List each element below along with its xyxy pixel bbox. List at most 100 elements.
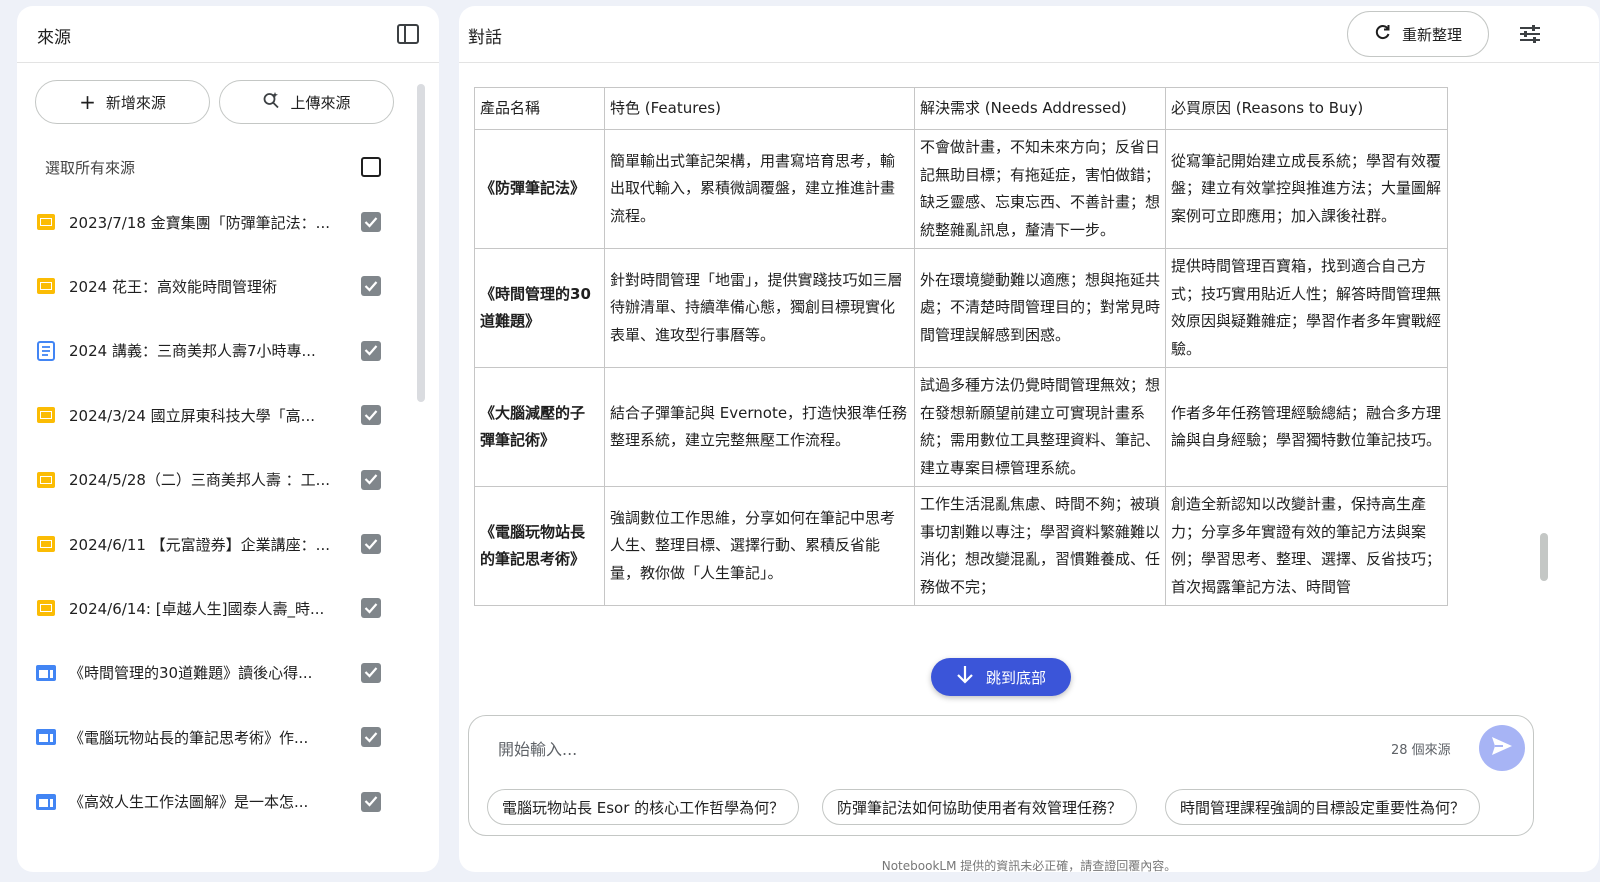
check-icon bbox=[364, 406, 378, 425]
select-all-label: 選取所有來源 bbox=[45, 159, 136, 177]
web-icon bbox=[35, 726, 57, 748]
source-label: 《電腦玩物站長的筆記思考術》作... bbox=[69, 728, 309, 747]
settings-sliders-icon[interactable] bbox=[1517, 22, 1543, 46]
table-header-cell: 產品名稱 bbox=[474, 87, 605, 130]
source-checkbox[interactable] bbox=[361, 662, 381, 683]
needs-cell: 外在環境變動難以適應；想與拖延共處；不清楚時間管理目的；對常見時間管理誤解感到困… bbox=[914, 248, 1166, 368]
features-cell: 結合子彈筆記與 Evernote，打造快狠準任務整理系統，建立完整無壓工作流程。 bbox=[604, 367, 915, 487]
source-checkbox[interactable] bbox=[361, 340, 381, 361]
disclaimer-text: NotebookLM 提供的資訊未必正確，請查證回覆內容。 bbox=[881, 859, 1177, 872]
source-checkbox[interactable] bbox=[361, 405, 381, 426]
table-row: 《時間管理的30道難題》 針對時間管理「地雷」，提供實踐技巧如三層待辦清單、持續… bbox=[474, 248, 1448, 368]
comparison-table: 產品名稱 特色 (Features) 解決需求 (Needs Addressed… bbox=[474, 87, 1448, 606]
features-cell: 針對時間管理「地雷」，提供實踐技巧如三層待辦清單、持續準備心態，獨創目標現實化表… bbox=[604, 248, 915, 368]
features-cell: 簡單輸出式筆記架構，用書寫培育思考，輸出取代輸入，累積微調覆盤，建立推進計畫流程… bbox=[604, 129, 915, 249]
slides-icon bbox=[35, 597, 57, 619]
sources-header: 來源 bbox=[17, 6, 439, 63]
source-checkbox[interactable] bbox=[361, 469, 381, 490]
table-header-row: 產品名稱 特色 (Features) 解決需求 (Needs Addressed… bbox=[474, 87, 1448, 130]
needs-cell: 不會做計畫，不知未來方向；反省日記無助目標；有拖延症，害怕做錯；缺乏靈感、忘東忘… bbox=[914, 129, 1166, 249]
check-icon bbox=[364, 535, 378, 554]
table-row: 《防彈筆記法》 簡單輸出式筆記架構，用書寫培育思考，輸出取代輸入，累積微調覆盤，… bbox=[474, 129, 1448, 249]
slides-icon bbox=[35, 211, 57, 233]
send-button[interactable] bbox=[1479, 725, 1525, 771]
web-icon bbox=[35, 662, 57, 684]
source-item[interactable]: 2024 講義：三商美邦人壽7小時專... bbox=[35, 329, 385, 373]
add-source-button[interactable]: + 新增來源 bbox=[35, 80, 210, 124]
reasons-cell: 作者多年任務管理經驗總結；融合多方理論與自身經驗；學習獨特數位筆記技巧。 bbox=[1165, 367, 1448, 487]
source-label: 《時間管理的30道難題》讀後心得... bbox=[69, 664, 313, 683]
check-icon bbox=[364, 599, 378, 618]
chat-title: 對話 bbox=[468, 28, 502, 48]
chat-panel: 對話 重新整理 產品名稱 特色 (Features) 解決需求 (Needs A… bbox=[459, 6, 1599, 872]
check-icon bbox=[364, 213, 378, 232]
source-item[interactable]: 2024 花王：高效能時間管理術 bbox=[35, 264, 385, 308]
needs-cell: 工作生活混亂焦慮、時間不夠；被瑣事切割難以專注；學習資料繁雜難以消化；想改變混亂… bbox=[914, 486, 1166, 606]
source-checkbox[interactable] bbox=[361, 534, 381, 554]
source-item[interactable]: 《電腦玩物站長的筆記思考術》作... bbox=[35, 715, 385, 759]
features-cell: 強調數位工作思維，分享如何在筆記中思考人生、整理目標、選擇行動、累積反省能量，教… bbox=[604, 486, 915, 606]
source-checkbox[interactable] bbox=[361, 212, 381, 232]
needs-cell: 試過多種方法仍覺時間管理無效；想在發想新願望前建立可實現計畫系統；需用數位工具整… bbox=[914, 367, 1166, 487]
source-label: 《高效人生工作法圖解》是一本怎... bbox=[69, 793, 309, 812]
suggestion-chip[interactable]: 時間管理課程強調的目標設定重要性為何？ bbox=[1165, 789, 1481, 825]
sources-scrollbar[interactable] bbox=[417, 84, 425, 402]
source-item[interactable]: 2024/6/11 【元富證券】企業講座：... bbox=[35, 522, 385, 566]
jump-to-bottom-button[interactable]: 跳到底部 bbox=[931, 658, 1071, 696]
slides-icon bbox=[35, 469, 57, 491]
source-label: 2024 講義：三商美邦人壽7小時專... bbox=[69, 342, 316, 361]
check-icon bbox=[364, 341, 378, 360]
source-item[interactable]: 2024/6/14: [卓越人生]國泰人壽_時... bbox=[35, 586, 385, 630]
arrow-down-icon bbox=[956, 665, 974, 689]
select-all-checkbox[interactable] bbox=[361, 157, 381, 177]
check-icon bbox=[364, 277, 378, 296]
slides-icon bbox=[35, 404, 57, 426]
source-item[interactable]: 2024/3/24 國立屏東科技大學「高... bbox=[35, 393, 385, 437]
source-label: 2023/7/18 金寶集團「防彈筆記法：... bbox=[69, 213, 330, 232]
table-header-cell: 解決需求 (Needs Addressed) bbox=[914, 87, 1166, 130]
chat-input[interactable] bbox=[496, 736, 1200, 762]
upload-source-button[interactable]: 上傳來源 bbox=[219, 80, 394, 124]
product-name-cell: 《電腦玩物站長的筆記思考術》 bbox=[474, 486, 605, 606]
chat-header: 對話 重新整理 bbox=[459, 6, 1599, 63]
reasons-cell: 提供時間管理百寶箱，找到適合自己方式；技巧實用貼近人性；解答時間管理無效原因與疑… bbox=[1165, 248, 1448, 368]
send-icon bbox=[1491, 736, 1513, 760]
table-header-cell: 特色 (Features) bbox=[604, 87, 915, 130]
source-item[interactable]: 2023/7/18 金寶集團「防彈筆記法：... bbox=[35, 200, 385, 244]
slides-icon bbox=[35, 533, 57, 555]
source-checkbox[interactable] bbox=[361, 276, 381, 297]
source-checkbox[interactable] bbox=[361, 598, 381, 619]
product-name-cell: 《大腦減壓的子彈筆記術》 bbox=[474, 367, 605, 487]
source-label: 2024/6/11 【元富證券】企業講座：... bbox=[69, 535, 330, 554]
source-item[interactable]: 《時間管理的30道難題》讀後心得... bbox=[35, 651, 385, 695]
source-checkbox[interactable] bbox=[361, 791, 381, 812]
check-icon bbox=[364, 470, 378, 489]
sources-title: 來源 bbox=[37, 28, 71, 48]
refresh-button[interactable]: 重新整理 bbox=[1347, 11, 1489, 57]
table-header-cell: 必買原因 (Reasons to Buy) bbox=[1165, 87, 1448, 130]
doc-icon bbox=[35, 340, 57, 362]
suggestion-chip[interactable]: 電腦玩物站長 Esor 的核心工作哲學為何？ bbox=[487, 789, 800, 825]
product-name-cell: 《防彈筆記法》 bbox=[474, 129, 605, 249]
web-icon bbox=[35, 791, 57, 813]
chat-scrollbar[interactable] bbox=[1540, 533, 1548, 581]
source-checkbox[interactable] bbox=[361, 727, 381, 748]
table-row: 《大腦減壓的子彈筆記術》 結合子彈筆記與 Evernote，打造快狠準任務整理系… bbox=[474, 367, 1448, 487]
refresh-icon bbox=[1374, 23, 1392, 45]
source-label: 2024 花王：高效能時間管理術 bbox=[69, 277, 277, 296]
source-item[interactable]: 《高效人生工作法圖解》是一本怎... bbox=[35, 780, 385, 824]
product-name-cell: 《時間管理的30道難題》 bbox=[474, 248, 605, 368]
check-icon bbox=[364, 728, 378, 747]
source-label: 2024/6/14: [卓越人生]國泰人壽_時... bbox=[69, 599, 325, 618]
suggestion-chip[interactable]: 防彈筆記法如何協助使用者有效管理任務？ bbox=[822, 789, 1138, 825]
comparison-table-container: 產品名稱 特色 (Features) 解決需求 (Needs Addressed… bbox=[474, 87, 1449, 715]
search-spark-icon bbox=[262, 91, 280, 113]
source-item[interactable]: 2024/5/28（二）三商美邦人壽 ：工... bbox=[35, 458, 385, 502]
source-label: 2024/5/28（二）三商美邦人壽 ：工... bbox=[69, 471, 330, 490]
composer: 28 個來源 電腦玩物站長 Esor 的核心工作哲學為何？ 防彈筆記法如何協助使… bbox=[468, 715, 1534, 836]
slides-icon bbox=[35, 275, 57, 297]
collapse-panel-icon[interactable] bbox=[395, 22, 421, 46]
reasons-cell: 從寫筆記開始建立成長系統；學習有效覆盤；建立有效掌控與推進方法；大量圖解案例可立… bbox=[1165, 129, 1448, 249]
table-row: 《電腦玩物站長的筆記思考術》 強調數位工作思維，分享如何在筆記中思考人生、整理目… bbox=[474, 486, 1448, 606]
check-icon bbox=[364, 663, 378, 682]
